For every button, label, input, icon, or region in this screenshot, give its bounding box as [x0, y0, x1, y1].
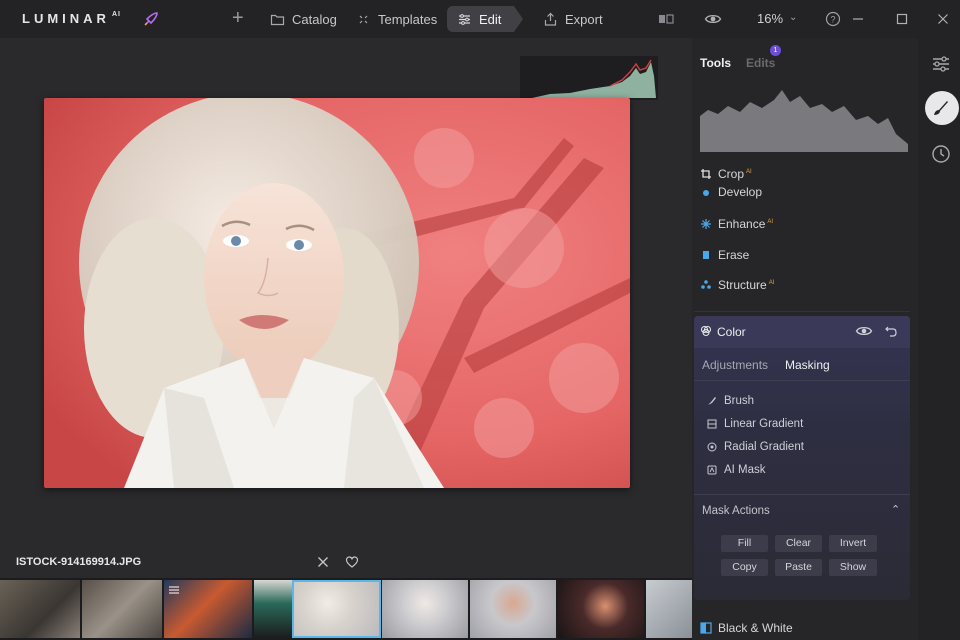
chevron-up-icon[interactable]: ⌃ — [891, 503, 900, 516]
divider — [694, 311, 910, 312]
history-icon[interactable] — [929, 142, 953, 166]
nav-export[interactable]: Export — [533, 6, 613, 32]
photo-preview[interactable] — [44, 98, 630, 488]
tool-enhance[interactable]: Enhance AI — [700, 217, 773, 231]
filmstrip-thumb[interactable] — [470, 580, 556, 638]
mask-radial-gradient[interactable]: Radial Gradient — [707, 441, 804, 453]
divider — [694, 494, 910, 495]
structure-icon — [701, 280, 711, 289]
filmstrip-thumb-selected[interactable] — [292, 580, 381, 638]
tool-label: Erase — [718, 248, 750, 262]
eraser-icon — [703, 251, 709, 259]
mask-item-label: Linear Gradient — [724, 418, 804, 430]
sliders-icon — [459, 13, 470, 25]
divider — [694, 380, 910, 381]
eye-icon[interactable] — [704, 10, 722, 28]
svg-text:?: ? — [830, 15, 835, 25]
mask-item-label: AI Mask — [724, 464, 766, 476]
zoom-level[interactable]: 16% — [757, 11, 783, 26]
tab-tools[interactable]: Tools — [700, 56, 731, 70]
top-bar: LUMINAR AI + Catalog Templates Edit Expor… — [0, 0, 960, 38]
nav-catalog[interactable]: Catalog — [260, 6, 347, 32]
radial-gradient-icon — [707, 442, 717, 452]
tool-label: Structure AI — [718, 278, 775, 292]
histogram — [700, 90, 908, 152]
tool-structure[interactable]: Structure AI — [700, 278, 774, 292]
mask-copy-button[interactable]: Copy — [721, 559, 768, 576]
filmstrip-thumb[interactable] — [0, 580, 80, 638]
edits-count-badge: 1 — [770, 45, 781, 56]
maximize-icon[interactable] — [893, 10, 911, 28]
reject-icon[interactable] — [316, 555, 330, 569]
help-icon[interactable]: ? — [824, 10, 842, 28]
tool-crop[interactable]: Crop AI — [700, 167, 752, 181]
mask-show-button[interactable]: Show — [829, 559, 877, 576]
brush-icon — [708, 397, 716, 405]
subtab-masking[interactable]: Masking — [785, 358, 830, 372]
minimize-icon[interactable] — [849, 10, 867, 28]
tool-develop[interactable]: Develop — [700, 187, 762, 199]
mask-item-label: Brush — [724, 395, 755, 407]
filmstrip-thumb[interactable] — [382, 580, 468, 638]
black-white-icon — [700, 622, 712, 634]
mask-clear-button[interactable]: Clear — [775, 535, 822, 552]
tool-erase[interactable]: Erase — [700, 248, 749, 262]
tool-label: Enhance AI — [718, 217, 774, 231]
folder-icon — [270, 14, 285, 25]
mask-ai-mask[interactable]: AI Mask — [707, 464, 766, 476]
filmstrip — [0, 578, 692, 640]
mask-invert-button[interactable]: Invert — [829, 535, 877, 552]
reset-icon[interactable] — [884, 324, 898, 338]
mask-item-label: Radial Gradient — [724, 441, 804, 453]
nav-edit[interactable]: Edit — [447, 6, 523, 32]
filmstrip-thumb[interactable] — [82, 580, 162, 638]
mask-actions-title[interactable]: Mask Actions — [702, 505, 770, 517]
add-icon[interactable]: + — [232, 8, 244, 28]
histogram-overlay — [520, 56, 658, 100]
mask-linear-gradient[interactable]: Linear Gradient — [707, 418, 803, 430]
subtab-adjustments[interactable]: Adjustments — [702, 358, 768, 372]
sparkle-icon — [359, 15, 368, 23]
color-icon — [700, 325, 712, 337]
sun-icon — [703, 190, 709, 196]
compare-icon[interactable] — [657, 10, 675, 28]
export-icon — [544, 12, 557, 26]
tab-edits[interactable]: Edits — [746, 56, 775, 70]
nav-templates-label: Templates — [378, 11, 438, 27]
mask-paste-button[interactable]: Paste — [775, 559, 822, 576]
nav-templates[interactable]: Templates — [346, 6, 447, 32]
edited-badge-icon — [169, 586, 179, 594]
nav-edit-label: Edit — [479, 11, 502, 27]
crop-icon — [701, 169, 711, 179]
heart-icon[interactable] — [345, 555, 359, 569]
mask-fill-button[interactable]: Fill — [721, 535, 768, 552]
filmstrip-thumb[interactable] — [646, 580, 692, 638]
app-logo: LUMINAR AI — [22, 11, 121, 26]
filmstrip-thumb[interactable] — [558, 580, 644, 638]
sparkle-icon — [701, 219, 711, 229]
rocket-icon[interactable] — [142, 10, 160, 28]
filmstrip-thumb[interactable] — [164, 580, 252, 638]
filmstrip-thumb[interactable] — [254, 580, 292, 638]
tool-label: Black & White — [718, 621, 793, 635]
color-title: Color — [717, 325, 746, 339]
ai-mask-icon — [707, 465, 717, 475]
nav-export-label: Export — [565, 11, 603, 27]
tool-black-white[interactable]: Black & White — [700, 621, 793, 635]
brush-icon — [934, 101, 948, 115]
nav-catalog-label: Catalog — [292, 11, 337, 27]
right-sidebar — [918, 38, 960, 640]
tool-label: Crop AI — [718, 167, 752, 181]
file-name: ISTOCK-914169914.JPG — [16, 556, 142, 568]
tool-label: Develop — [718, 187, 763, 199]
chevron-down-icon[interactable]: ⌄ — [789, 12, 797, 23]
eye-icon[interactable] — [855, 324, 873, 338]
close-icon[interactable] — [934, 10, 952, 28]
linear-gradient-icon — [707, 419, 717, 429]
sliders-icon[interactable] — [929, 52, 953, 76]
portrait-image — [44, 98, 630, 488]
mask-brush[interactable]: Brush — [707, 395, 754, 407]
